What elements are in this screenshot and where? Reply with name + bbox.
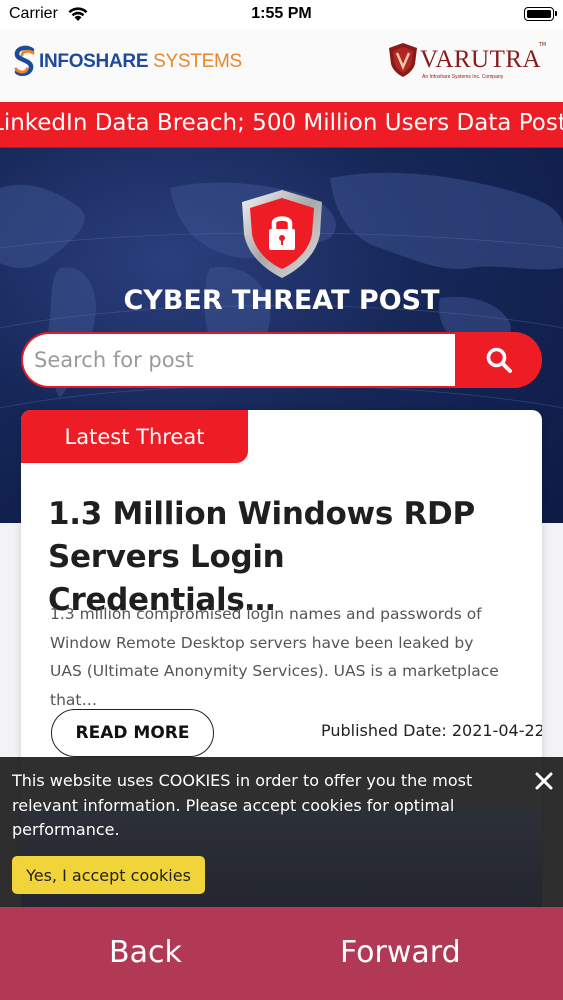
bottom-navigation: Back Forward — [0, 907, 563, 1000]
logo-bar: INFOSHARE SYSTEMS VARUTRA TM An Infoshar… — [0, 30, 563, 102]
varutra-shield-icon — [389, 43, 417, 77]
latest-threat-tag: Latest Threat — [21, 410, 248, 463]
published-date: Published Date: 2021-04-22 — [321, 721, 542, 740]
ticker-headline[interactable]: LinkedIn Data Breach; 500 Million Users … — [0, 110, 563, 136]
battery-icon — [524, 7, 557, 21]
search-icon — [486, 347, 512, 373]
cookie-close-button[interactable] — [532, 769, 556, 793]
app-screen: Carrier 1:55 PM INFOSHARE SYSTEMS VARUTR… — [0, 0, 563, 1000]
infoshare-s-icon — [14, 45, 35, 76]
status-bar: Carrier 1:55 PM — [0, 0, 563, 30]
post-excerpt: 1.3 million compromised login names and … — [50, 605, 499, 709]
search-button[interactable] — [455, 332, 542, 388]
varutra-tagline: An Infoshare Systems Inc. Company — [422, 74, 504, 80]
search-input[interactable] — [21, 332, 461, 388]
infoshare-logo[interactable]: INFOSHARE SYSTEMS — [12, 44, 242, 80]
close-icon — [535, 772, 553, 790]
lock-shield-icon — [242, 190, 322, 278]
cookie-message: This website uses COOKIES in order to of… — [12, 771, 473, 839]
cookie-banner: This website uses COOKIES in order to of… — [0, 757, 563, 907]
varutra-tm: TM — [538, 42, 547, 48]
back-button[interactable]: Back — [109, 935, 182, 970]
news-ticker[interactable]: LinkedIn Data Breach; 500 Million Users … — [0, 102, 563, 148]
varutra-wordmark: VARUTRA — [420, 46, 542, 73]
varutra-logo[interactable]: VARUTRA TM An Infoshare Systems Inc. Com… — [388, 42, 546, 80]
read-more-button[interactable]: READ MORE — [51, 709, 214, 757]
accept-cookies-button[interactable]: Yes, I accept cookies — [12, 856, 205, 894]
search-bar — [21, 332, 542, 388]
clock: 1:55 PM — [251, 5, 312, 22]
infoshare-wordmark: INFOSHARE SYSTEMS — [39, 51, 242, 72]
hero-title: CYBER THREAT POST — [123, 285, 440, 316]
forward-button[interactable]: Forward — [340, 935, 461, 970]
